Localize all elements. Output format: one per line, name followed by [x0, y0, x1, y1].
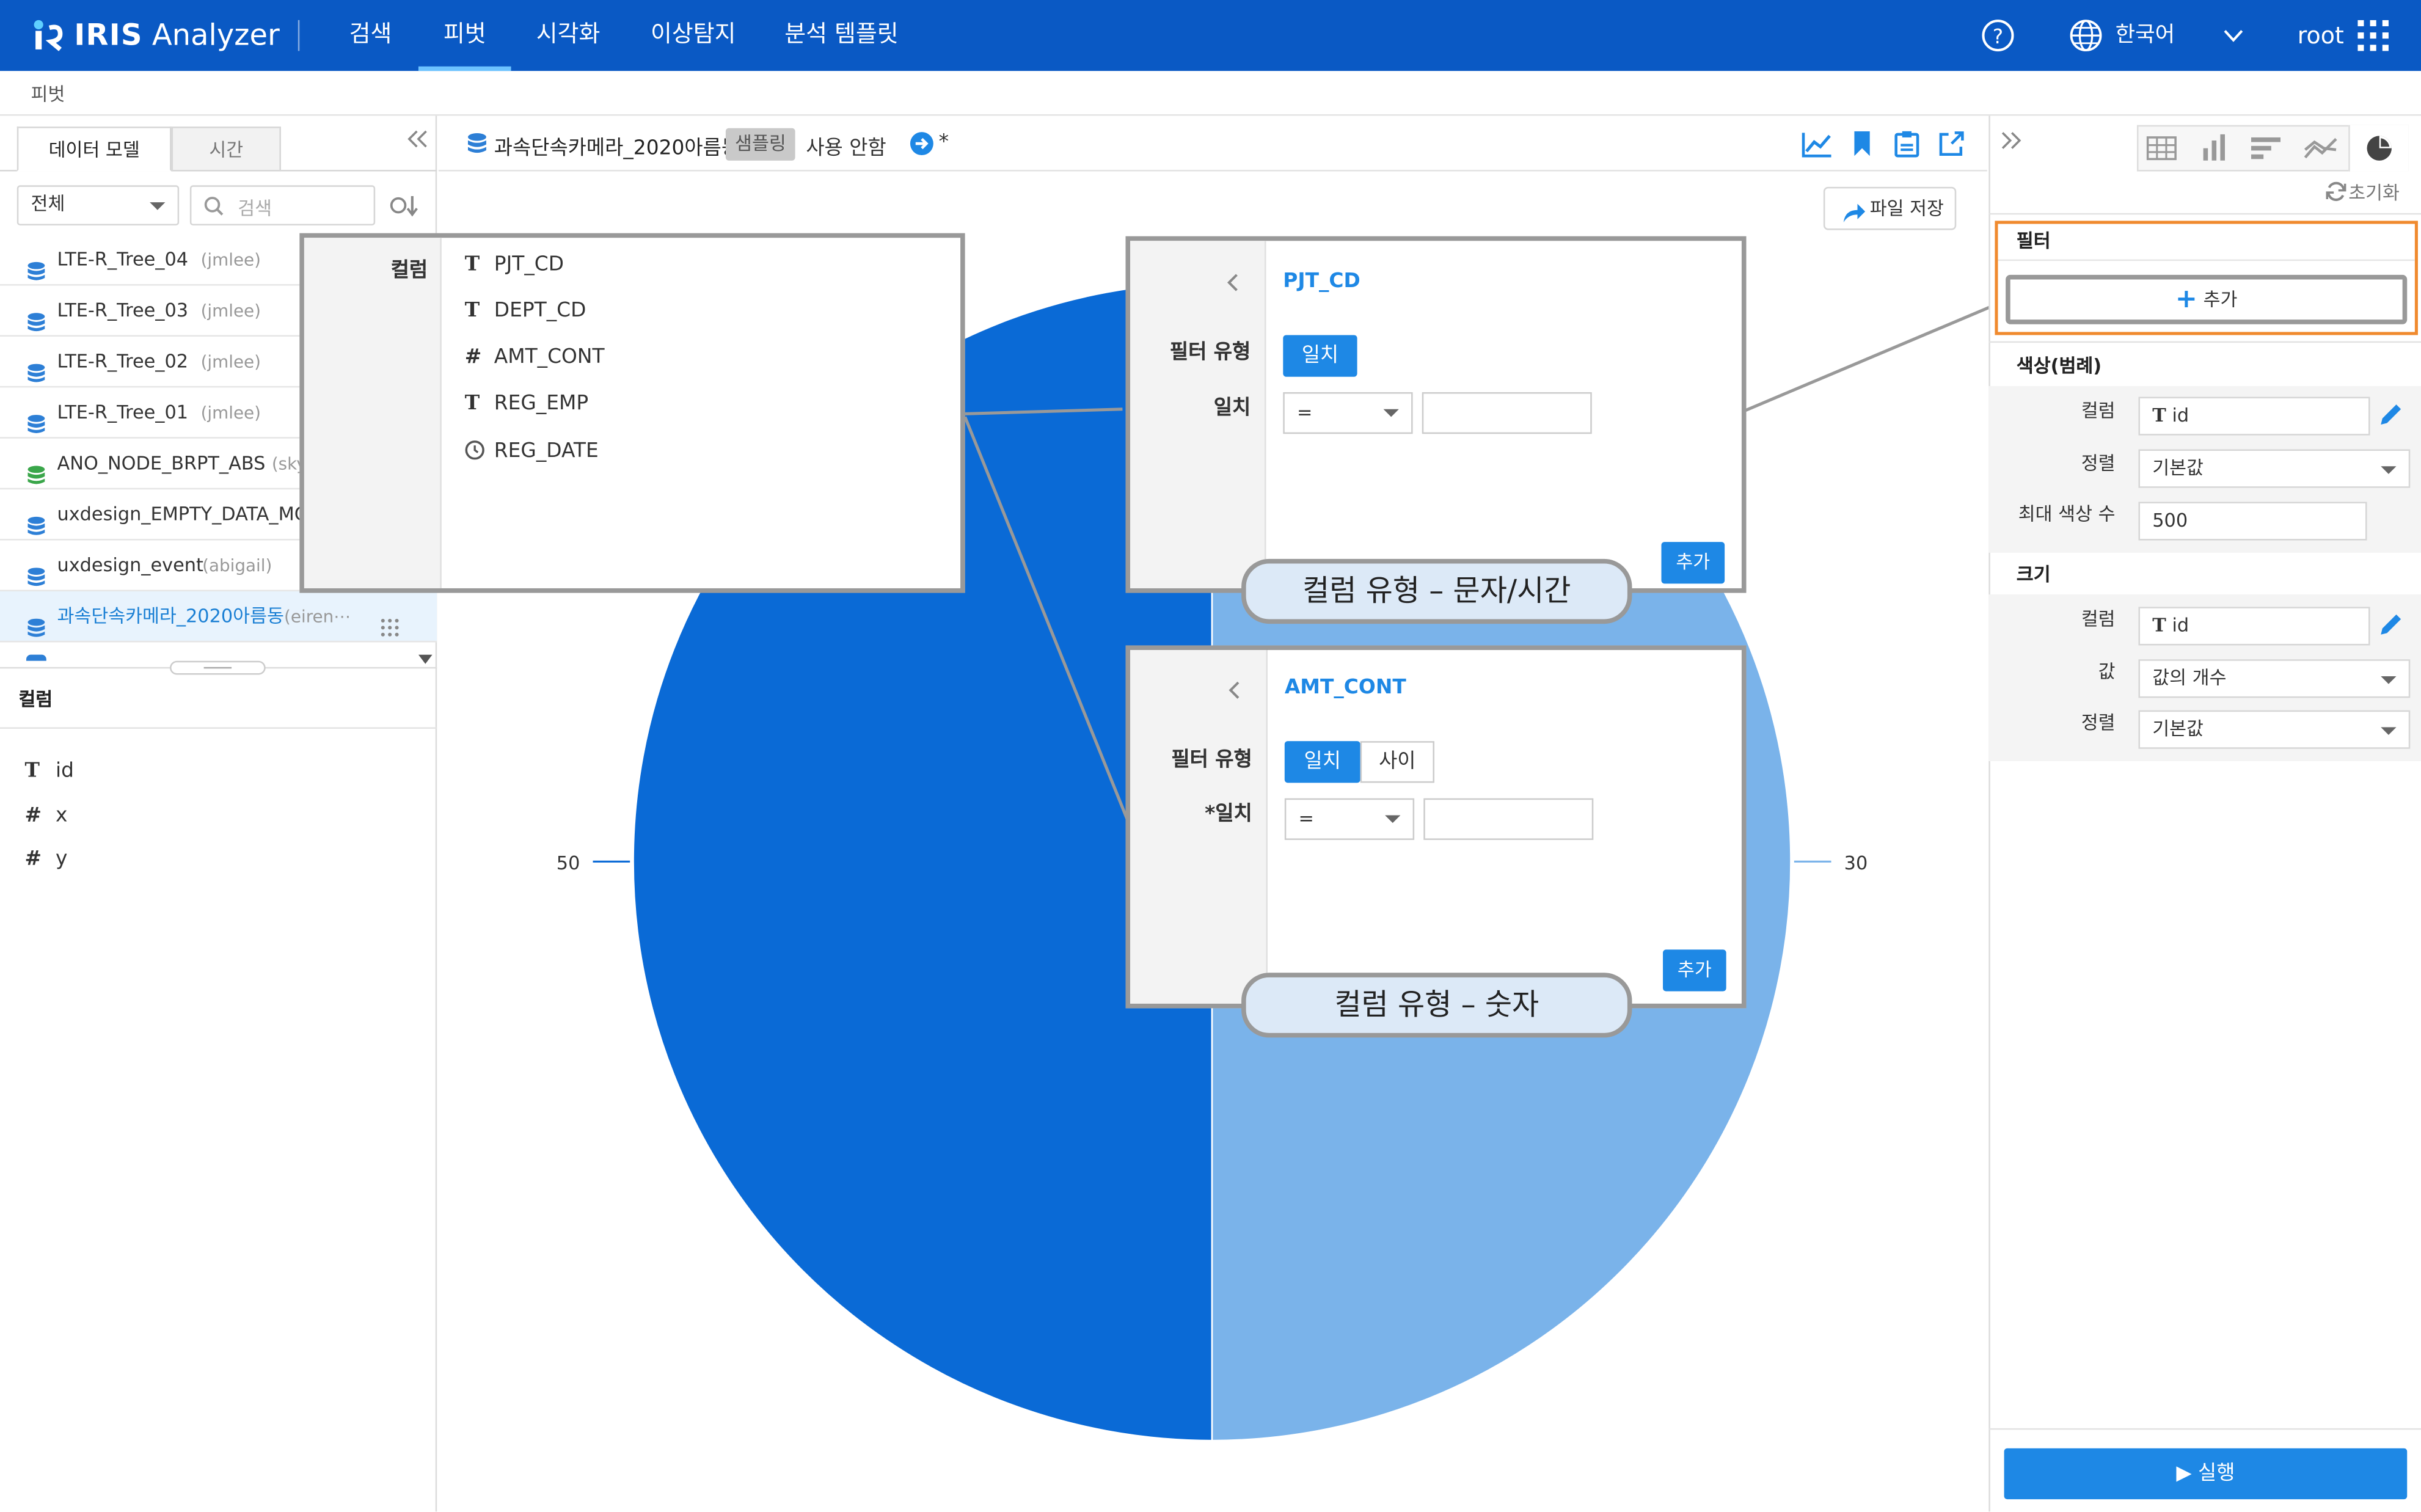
text-type-icon: T [2152, 404, 2166, 426]
edit-pencil-icon[interactable] [2370, 607, 2411, 645]
expand-right-icon[interactable] [2001, 131, 2021, 156]
filter-column-name: PJT_CD [1283, 270, 1360, 294]
filter-add-button[interactable]: 추가 [1661, 542, 1725, 584]
filter-header-divider [1998, 259, 2415, 261]
filter-type-label: 필터 유형 [1169, 341, 1251, 365]
reset-button[interactable]: 초기화 [2348, 179, 2400, 205]
match-label: 일치 [1213, 396, 1251, 420]
color-legend-header: 색상(범례) [2016, 355, 2102, 377]
operator-value: = [1297, 401, 1313, 423]
filter-add-button[interactable]: + 추가 [2006, 274, 2408, 324]
filter-type-match-button[interactable]: 일치 [1283, 335, 1357, 377]
callout-number: 컬럼 유형 – 숫자 [1241, 973, 1632, 1038]
popup-label-column [1130, 650, 1268, 1004]
max-colors-label: 최대 색상 수 [2018, 503, 2116, 525]
size-header: 크기 [2016, 563, 2051, 585]
table-chart-icon[interactable] [2146, 136, 2177, 167]
section-divider [1988, 341, 2421, 343]
edit-pencil-icon[interactable] [2370, 397, 2411, 436]
size-value-select[interactable]: 값의 개수 [2138, 659, 2411, 698]
size-sort-label: 정렬 [2081, 712, 2116, 734]
size-column-field[interactable]: T id [2138, 607, 2370, 646]
back-chevron-icon[interactable] [1227, 681, 1240, 706]
filter-column-name: AMT_CONT [1284, 676, 1406, 699]
size-column-value: id [2172, 614, 2189, 637]
color-sort-value: 기본값 [2152, 457, 2204, 479]
filter-type-between-button[interactable]: 사이 [1360, 741, 1434, 783]
color-column-label: 컬럼 [2081, 400, 2116, 422]
run-divider [1988, 1428, 2421, 1430]
size-value-value: 값의 개수 [2152, 667, 2227, 689]
color-sort-select[interactable]: 기본값 [2138, 449, 2411, 488]
operator-select[interactable]: = [1283, 392, 1413, 434]
size-value-label: 값 [2098, 660, 2116, 683]
right-divider [1988, 213, 2421, 215]
pie-chart-tab[interactable] [2348, 125, 2409, 172]
color-column-value: id [2172, 404, 2189, 426]
size-column-label: 컬럼 [2081, 608, 2116, 630]
bar-chart-icon[interactable] [2202, 133, 2226, 167]
text-type-icon: T [2152, 614, 2166, 637]
match-value-input[interactable] [1422, 392, 1592, 434]
filter-add-button[interactable]: 추가 [1663, 949, 1726, 992]
run-button[interactable]: ▶ 실행 [2004, 1448, 2408, 1500]
callout-text-time: 컬럼 유형 – 문자/시간 [1241, 558, 1632, 624]
match-value-input[interactable] [1423, 798, 1594, 840]
match-label: *일치 [1205, 803, 1252, 827]
pie-chart-icon [2365, 134, 2393, 169]
operator-value: = [1298, 807, 1314, 830]
max-colors-value: 500 [2152, 509, 2188, 531]
refresh-icon[interactable] [2325, 181, 2346, 208]
horizontal-bar-icon[interactable] [2251, 136, 2282, 167]
size-sort-value: 기본값 [2152, 718, 2204, 740]
multi-line-chart-icon[interactable] [2304, 134, 2338, 169]
filter-popup-text: PJT_CD 필터 유형 일치 일치 = 추가 [1125, 236, 1747, 593]
filter-type-match-button[interactable]: 일치 [1284, 741, 1360, 783]
size-sort-select[interactable]: 기본값 [2138, 710, 2411, 749]
filter-popup-number: AMT_CONT 필터 유형 일치 사이 *일치 = 추가 [1125, 645, 1747, 1009]
filter-add-label: 추가 [2203, 288, 2238, 311]
operator-select[interactable]: = [1284, 798, 1415, 840]
max-colors-input[interactable]: 500 [2138, 502, 2367, 541]
filter-type-label: 필터 유형 [1171, 748, 1252, 772]
filter-header: 필터 [2016, 230, 2051, 252]
color-sort-label: 정렬 [2081, 452, 2116, 474]
color-column-field[interactable]: T id [2138, 396, 2370, 436]
plus-icon: + [2175, 284, 2197, 315]
back-chevron-icon[interactable] [1226, 273, 1238, 298]
